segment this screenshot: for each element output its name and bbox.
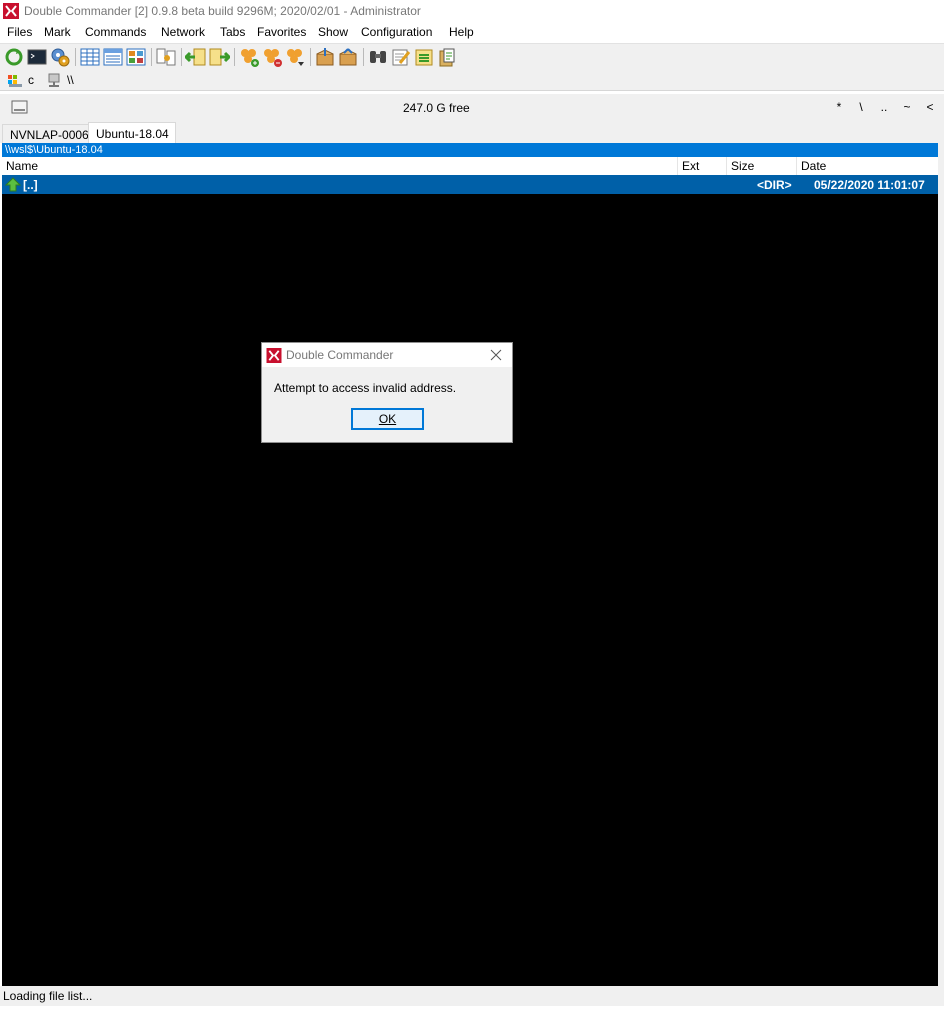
error-dialog: Double Commander Attempt to access inval… bbox=[261, 342, 513, 443]
title-bar: Double Commander [2] 0.9.8 beta build 92… bbox=[0, 0, 944, 22]
table-row[interactable]: [..] <DIR> 05/22/2020 11:01:07 bbox=[2, 175, 938, 194]
menu-help[interactable]: Help bbox=[449, 25, 474, 39]
menu-show[interactable]: Show bbox=[318, 25, 348, 39]
main-toolbar bbox=[0, 43, 944, 69]
file-list[interactable]: [..] <DIR> 05/22/2020 11:01:07 bbox=[2, 175, 938, 986]
column-ext-header[interactable]: Ext bbox=[678, 157, 727, 175]
options-gear-icon[interactable] bbox=[49, 46, 71, 68]
tab-nvnlap-0006[interactable]: NVNLAP-0006 bbox=[2, 124, 96, 143]
sync-dirs-icon[interactable] bbox=[413, 46, 435, 68]
status-text: Loading file list... bbox=[3, 989, 93, 1003]
menu-tabs[interactable]: Tabs bbox=[220, 25, 245, 39]
double-commander-logo-icon bbox=[3, 3, 19, 19]
copy-right-icon[interactable] bbox=[208, 46, 230, 68]
search-binoculars-icon[interactable] bbox=[367, 46, 389, 68]
menu-commands[interactable]: Commands bbox=[85, 25, 146, 39]
add-favorite-icon[interactable] bbox=[238, 46, 260, 68]
menu-mark[interactable]: Mark bbox=[44, 25, 71, 39]
network-drive-icon bbox=[48, 73, 60, 87]
ok-button-label: OK bbox=[378, 412, 397, 426]
terminal-icon[interactable] bbox=[26, 46, 48, 68]
history-back-button[interactable]: < bbox=[925, 100, 935, 114]
home-directory-button[interactable]: ~ bbox=[902, 100, 912, 114]
dialog-title: Double Commander bbox=[286, 348, 394, 362]
menu-favorites[interactable]: Favorites bbox=[257, 25, 306, 39]
window-title: Double Commander [2] 0.9.8 beta build 92… bbox=[24, 4, 421, 18]
root-directory-button[interactable]: * bbox=[834, 100, 844, 114]
ok-button[interactable]: OK bbox=[351, 408, 424, 430]
drive-network-label: \\ bbox=[67, 73, 74, 87]
drive-network-button[interactable]: \\ bbox=[46, 72, 74, 88]
menu-configuration[interactable]: Configuration bbox=[361, 25, 432, 39]
double-commander-logo-icon bbox=[266, 348, 282, 363]
free-space-label: 247.0 G free bbox=[403, 101, 470, 115]
file-name-cell: [..] bbox=[23, 178, 38, 192]
close-icon[interactable] bbox=[488, 347, 504, 363]
column-name-header[interactable]: Name bbox=[2, 157, 678, 175]
file-date-cell: 05/22/2020 11:01:07 bbox=[814, 178, 925, 192]
pack-files-icon[interactable] bbox=[314, 46, 336, 68]
tab-ubuntu-18-04[interactable]: Ubuntu-18.04 bbox=[88, 122, 176, 143]
brief-view-icon[interactable] bbox=[79, 46, 101, 68]
drive-c-label: c bbox=[28, 73, 34, 87]
clipboard-icon[interactable] bbox=[436, 46, 458, 68]
parent-folder-up-arrow-icon bbox=[5, 177, 21, 192]
dialog-message: Attempt to access invalid address. bbox=[274, 381, 457, 395]
menu-bar: Files Mark Commands Network Tabs Favorit… bbox=[0, 22, 944, 42]
refresh-icon[interactable] bbox=[3, 46, 25, 68]
drive-info-bar: 247.0 G free * \ .. ~ < bbox=[0, 94, 944, 120]
column-date-header[interactable]: Date bbox=[797, 157, 938, 175]
file-size-cell: <DIR> bbox=[757, 178, 792, 192]
copy-left-icon[interactable] bbox=[185, 46, 207, 68]
column-size-header[interactable]: Size bbox=[727, 157, 797, 175]
thumbnail-view-icon[interactable] bbox=[125, 46, 147, 68]
compare-directories-icon[interactable] bbox=[155, 46, 177, 68]
panel-tabs: NVNLAP-0006 Ubuntu-18.04 bbox=[0, 120, 944, 143]
drive-bar: c \\ bbox=[0, 69, 944, 91]
local-drive-icon bbox=[8, 75, 22, 87]
unpack-files-icon[interactable] bbox=[337, 46, 359, 68]
favorite-menu-icon[interactable] bbox=[284, 46, 306, 68]
drive-c-button[interactable]: c bbox=[7, 72, 34, 88]
current-path-bar[interactable]: \\wsl$\Ubuntu-18.04 bbox=[2, 143, 938, 157]
multi-rename-icon[interactable] bbox=[390, 46, 412, 68]
full-view-icon[interactable] bbox=[102, 46, 124, 68]
panel-splitter[interactable] bbox=[938, 143, 944, 986]
remove-favorite-icon[interactable] bbox=[261, 46, 283, 68]
drive-menu-icon[interactable] bbox=[11, 100, 28, 114]
menu-network[interactable]: Network bbox=[161, 25, 205, 39]
column-header: Name Ext Size Date bbox=[2, 157, 938, 175]
dialog-title-bar: Double Commander bbox=[262, 343, 512, 367]
root-path-button[interactable]: \ bbox=[856, 100, 866, 114]
menu-files[interactable]: Files bbox=[7, 25, 32, 39]
parent-directory-button[interactable]: .. bbox=[879, 100, 889, 114]
status-bar: Loading file list... bbox=[0, 986, 944, 1006]
